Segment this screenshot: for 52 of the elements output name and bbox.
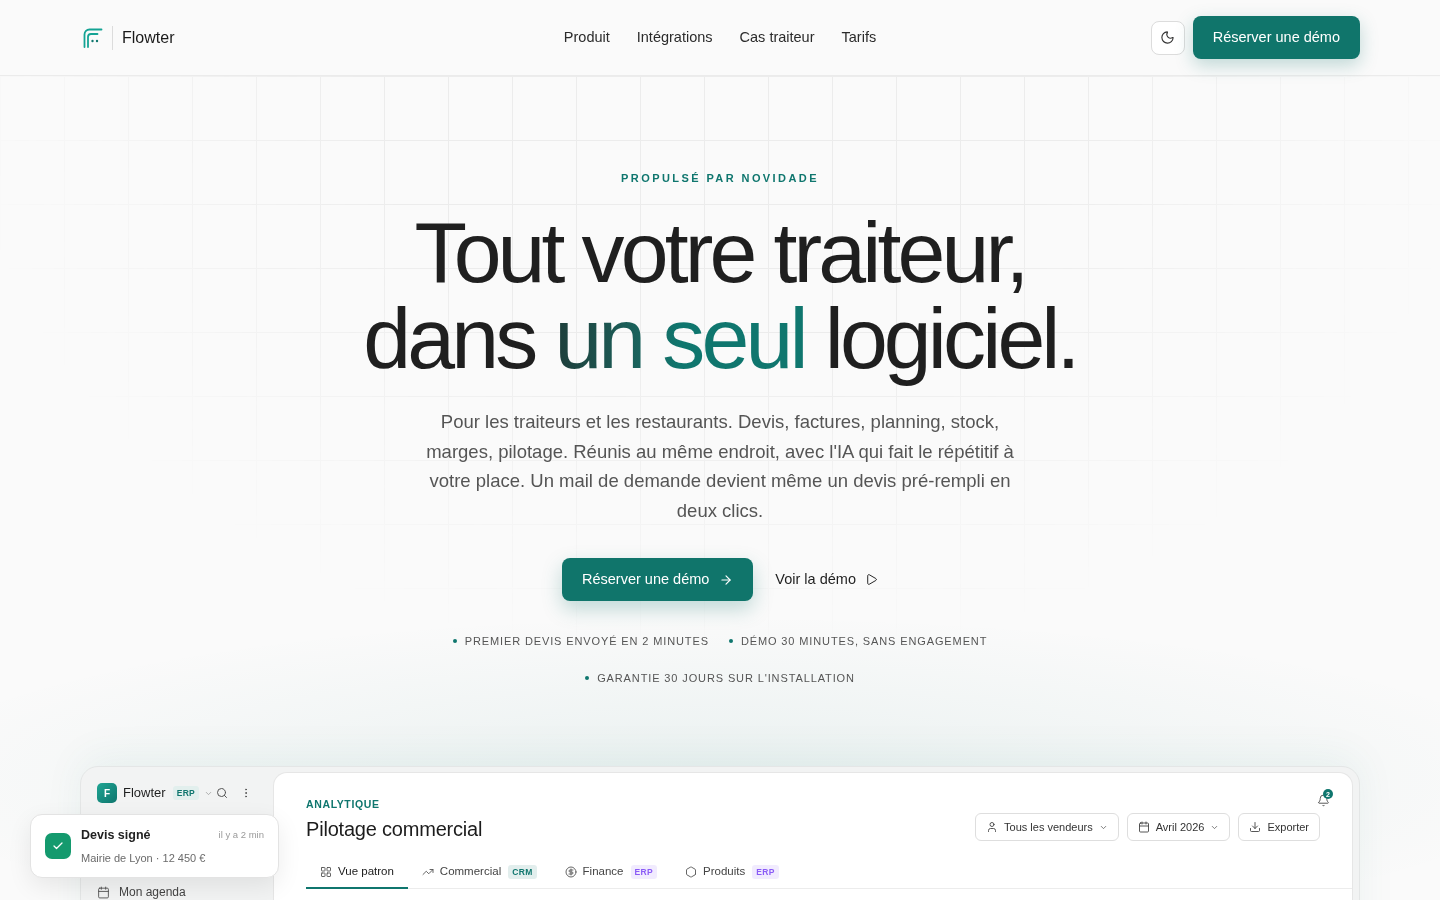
- tab[interactable]: Finance ERP: [550, 857, 671, 889]
- trend-icon: [421, 866, 434, 878]
- toast-title: Devis signé: [81, 826, 151, 844]
- eyebrow-label: PROPULSÉ PAR NOVIDADE: [621, 171, 819, 185]
- user-icon: [986, 821, 999, 833]
- bell-icon[interactable]: [1317, 794, 1330, 807]
- highlight-text: DÉMO 30 MINUTES, SANS ENGAGEMENT: [740, 634, 988, 648]
- hero-description: Pour les traiteurs et les restaurants. Devis, factures, planning, stock, marges, pilotage. Réunis au même endroit, avec l'IA qui fait le répétitif à votre place. Un mail de demande devient même un devis pré-rempli en deux clics.: [425, 410, 1015, 523]
- check-icon: [45, 833, 71, 859]
- watch-demo-link[interactable]: Voir la démo: [775, 568, 878, 591]
- calendar-icon: [97, 885, 110, 899]
- highlight-text: GARANTIE 30 JOURS SUR L'INSTALLATION: [597, 671, 855, 685]
- nav-link[interactable]: Intégrations: [636, 26, 713, 49]
- hero-headline: Tout votre traiteur, dans un seul logiciel.: [363, 203, 1077, 388]
- nav-link[interactable]: Cas traiteur: [739, 26, 815, 49]
- nav-link[interactable]: Tarifs: [841, 26, 877, 49]
- app-logo: F: [97, 783, 117, 803]
- plan-badge: ERP: [172, 785, 200, 801]
- hexagon-icon: [685, 866, 697, 878]
- toast-detail: Mairie de Lyon · 12 450 €: [81, 850, 207, 866]
- page-title: Pilotage commercial: [306, 817, 483, 842]
- sidebar-item[interactable]: Mon agenda: [97, 885, 263, 899]
- nav-link[interactable]: Produit: [563, 26, 610, 49]
- coin-icon: [564, 866, 577, 878]
- export-button[interactable]: Exporter: [1238, 813, 1320, 841]
- tab-badge: ERP: [630, 864, 657, 880]
- tab[interactable]: Commercial CRM: [407, 857, 551, 889]
- book-demo-button[interactable]: Réserver une démo: [1192, 16, 1360, 59]
- moon-icon: [1160, 30, 1176, 45]
- tab-badge: ERP: [752, 864, 779, 880]
- grid-icon: [320, 866, 332, 878]
- highlight-text: PREMIER DEVIS ENVOYÉ EN 2 MINUTES: [464, 634, 709, 648]
- filter-dropdown[interactable]: Avril 2026: [1126, 813, 1231, 841]
- filter-dropdown[interactable]: Tous les vendeurs: [975, 813, 1119, 841]
- arrow-right-icon: [719, 572, 734, 587]
- search-icon[interactable]: [216, 787, 229, 799]
- book-demo-button[interactable]: Réserver une démo: [562, 558, 754, 601]
- toast-time: il y a 2 min: [218, 828, 264, 843]
- bullet-icon: [728, 639, 733, 643]
- download-icon: [1249, 821, 1262, 833]
- calendar-icon: [1137, 821, 1150, 833]
- tab[interactable]: Vue patron: [306, 857, 408, 889]
- brand-name[interactable]: Flowter: [122, 25, 175, 50]
- tab-badge: CRM: [508, 864, 537, 880]
- tab[interactable]: Produits ERP: [671, 857, 793, 889]
- bullet-icon: [452, 639, 457, 643]
- bullet-icon: [585, 676, 590, 680]
- play-icon: [864, 573, 878, 586]
- theme-toggle-button[interactable]: [1150, 20, 1185, 55]
- logo-icon: [83, 27, 103, 48]
- section-label: ANALYTIQUE: [306, 798, 381, 810]
- app-brand-name: Flowter: [123, 784, 166, 803]
